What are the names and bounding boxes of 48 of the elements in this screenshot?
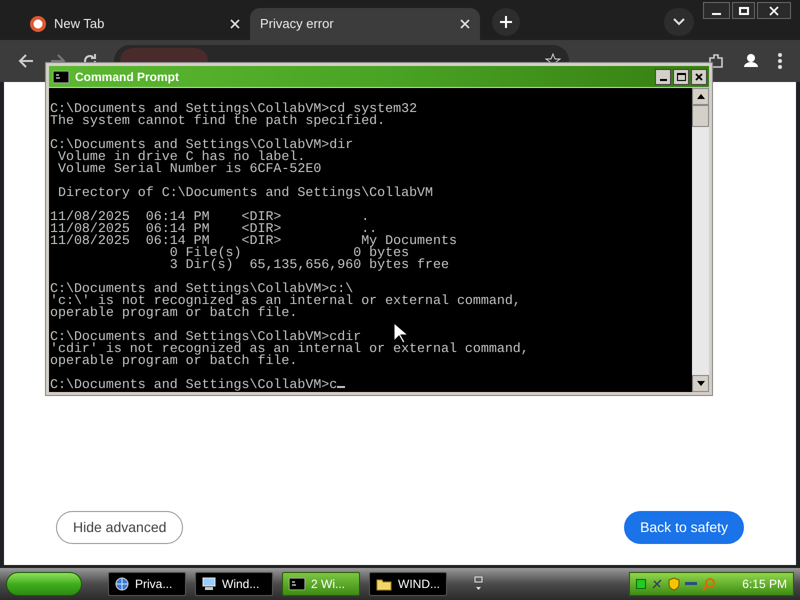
duck-logo-icon <box>30 16 46 32</box>
start-button[interactable] <box>6 572 82 596</box>
menu-icon[interactable] <box>778 53 782 69</box>
close-button[interactable] <box>691 68 707 84</box>
console-output: C:\Documents and Settings\CollabVM>cd system32 The system cannot find the path specified. C:\Documents and Settings\CollabVM>dir Volume in drive C has no label. Volume Serial Number is 6CFA-52E0 Directory of C:\Documents and Settings\CollabVM 11/08/2025 06:14 PM <DIR> . 11/08/2025 06:14 PM <DIR> .. 11/08/2025 06:14 PM <DIR> My Documents 0 File(s) 0 bytes 3 Dir(s) 65,135,656,960 bytes free C:\Documents and Settings\CollabVM>c:\ 'c:\' is not recognized as an internal or external command, operable program or batch file. C:\Documents and Settings\CollabVM>cdir 'cdir' is not recognized as an internal or external command, operable program or batch file. C:\Documents and Settings\CollabVM>c <box>49 100 530 392</box>
scroll-thumb[interactable] <box>692 105 709 127</box>
minimize-button[interactable] <box>703 2 730 19</box>
tab-title: Privacy error <box>260 15 335 34</box>
taskbar-button[interactable]: Wind... <box>195 572 273 596</box>
minimize-button[interactable] <box>655 68 671 84</box>
close-icon[interactable] <box>230 19 240 29</box>
scrollbar[interactable] <box>692 88 709 392</box>
puzzle-icon[interactable] <box>708 53 724 69</box>
back-arrow-icon[interactable] <box>18 53 34 69</box>
shield-icon[interactable] <box>668 577 680 591</box>
globe-icon <box>115 577 129 591</box>
maximize-button[interactable] <box>673 68 689 84</box>
close-icon[interactable] <box>460 19 470 29</box>
close-button[interactable] <box>757 2 791 19</box>
tab-search-button[interactable] <box>664 8 694 36</box>
browser-tab[interactable]: Privacy error <box>250 8 480 40</box>
tab-title: New Tab <box>54 15 106 34</box>
close-icon <box>695 72 703 80</box>
taskbar-button-label: WIND... <box>398 576 440 593</box>
chevron-down-icon <box>673 18 685 26</box>
back-to-safety-button[interactable]: Back to safety <box>624 511 744 544</box>
plus-icon <box>499 15 513 29</box>
hide-advanced-button[interactable]: Hide advanced <box>56 511 184 544</box>
taskbar-button-label: 2 Wi... <box>311 576 346 593</box>
arrange-icon[interactable] <box>473 576 483 592</box>
console-icon <box>53 70 69 82</box>
status-square-icon[interactable] <box>636 579 646 589</box>
console-icon <box>289 578 305 590</box>
close-icon <box>769 6 779 16</box>
folder-icon <box>376 578 392 590</box>
scroll-down-icon[interactable] <box>696 381 704 386</box>
scroll-up-icon[interactable] <box>696 94 704 99</box>
computer-icon <box>202 577 216 591</box>
taskbar-button[interactable]: Priva... <box>108 572 186 596</box>
maximize-button[interactable] <box>732 2 755 19</box>
taskbar-button-label: Wind... <box>222 576 260 593</box>
dash-icon[interactable] <box>685 582 697 586</box>
new-tab-button[interactable] <box>492 8 520 36</box>
clock: 6:15 PM <box>742 576 787 593</box>
taskbar-button[interactable]: WIND... <box>369 572 447 596</box>
window-title: Command Prompt <box>75 68 180 86</box>
taskbar-button-label: Priva... <box>135 576 172 593</box>
mouse-pointer-icon <box>393 322 409 344</box>
